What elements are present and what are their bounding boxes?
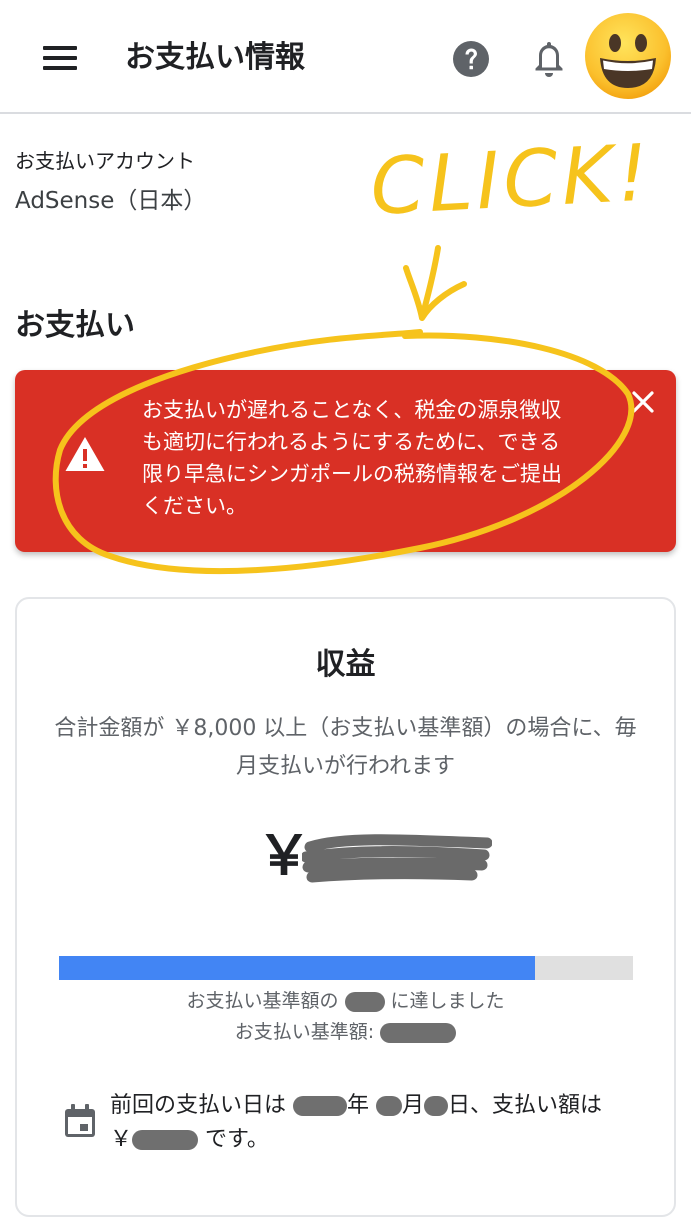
threshold-reached-before: お支払い基準額の [186, 990, 339, 1012]
redacted-year [293, 1096, 348, 1116]
redacted-last-amount [132, 1130, 199, 1150]
redacted-day [424, 1096, 449, 1116]
calendar-icon [65, 1104, 95, 1137]
last-payment-text: 前回の支払い日は 年 月日、支払い額は ￥ です。 [110, 1089, 630, 1157]
redacted-month [376, 1096, 403, 1116]
redacted-threshold [380, 1022, 457, 1043]
account-label: お支払いアカウント [15, 149, 195, 173]
last-payment-prefix: 前回の支払い日は [110, 1093, 287, 1118]
annotation-click-text: CLICK! [368, 128, 654, 233]
earnings-description: 合計金額が ￥8,000 以上（お支払い基準額）の場合に、毎月支払いが行われます [54, 716, 637, 779]
earnings-amount: ￥ [17, 821, 674, 891]
threshold-label: お支払い基準額: [234, 1021, 375, 1043]
avatar-emoji[interactable] [584, 12, 672, 100]
earnings-title: 収益 [315, 647, 376, 682]
threshold-amount-text: お支払い基準額: [17, 1018, 674, 1046]
last-payment-year-label: 年 [347, 1093, 370, 1118]
payments-section-title: お支払い [15, 308, 135, 343]
top-app-bar: お支払い情報 [0, 0, 691, 114]
account-value: AdSense（日本） [15, 188, 207, 214]
menu-icon[interactable] [43, 46, 77, 70]
progress-fill [59, 956, 536, 980]
threshold-reached-after: に達しました [390, 990, 505, 1012]
page-title: お支払い情報 [125, 40, 305, 75]
last-payment-suffix: です。 [205, 1127, 269, 1152]
bell-icon[interactable] [530, 38, 568, 80]
warning-icon [65, 437, 105, 471]
threshold-reached-text: お支払い基準額の に達しました [17, 987, 674, 1015]
earnings-card: 収益 合計金額が ￥8,000 以上（お支払い基準額）の場合に、毎月支払いが行わ… [15, 597, 676, 1217]
redacted-amount [302, 834, 492, 883]
close-icon[interactable] [627, 386, 659, 418]
last-payment-month-label: 月 [402, 1093, 425, 1118]
payment-threshold-progress [59, 956, 633, 980]
annotation-arrow [403, 245, 467, 321]
tax-info-alert-banner[interactable]: お支払いが遅れることなく、税金の源泉徴収も適切に行われるようにするために、できる… [15, 370, 676, 552]
redacted-percent [344, 991, 385, 1012]
alert-message: お支払いが遅れることなく、税金の源泉徴収も適切に行われるようにするために、できる… [142, 398, 562, 518]
help-icon[interactable] [452, 40, 490, 78]
